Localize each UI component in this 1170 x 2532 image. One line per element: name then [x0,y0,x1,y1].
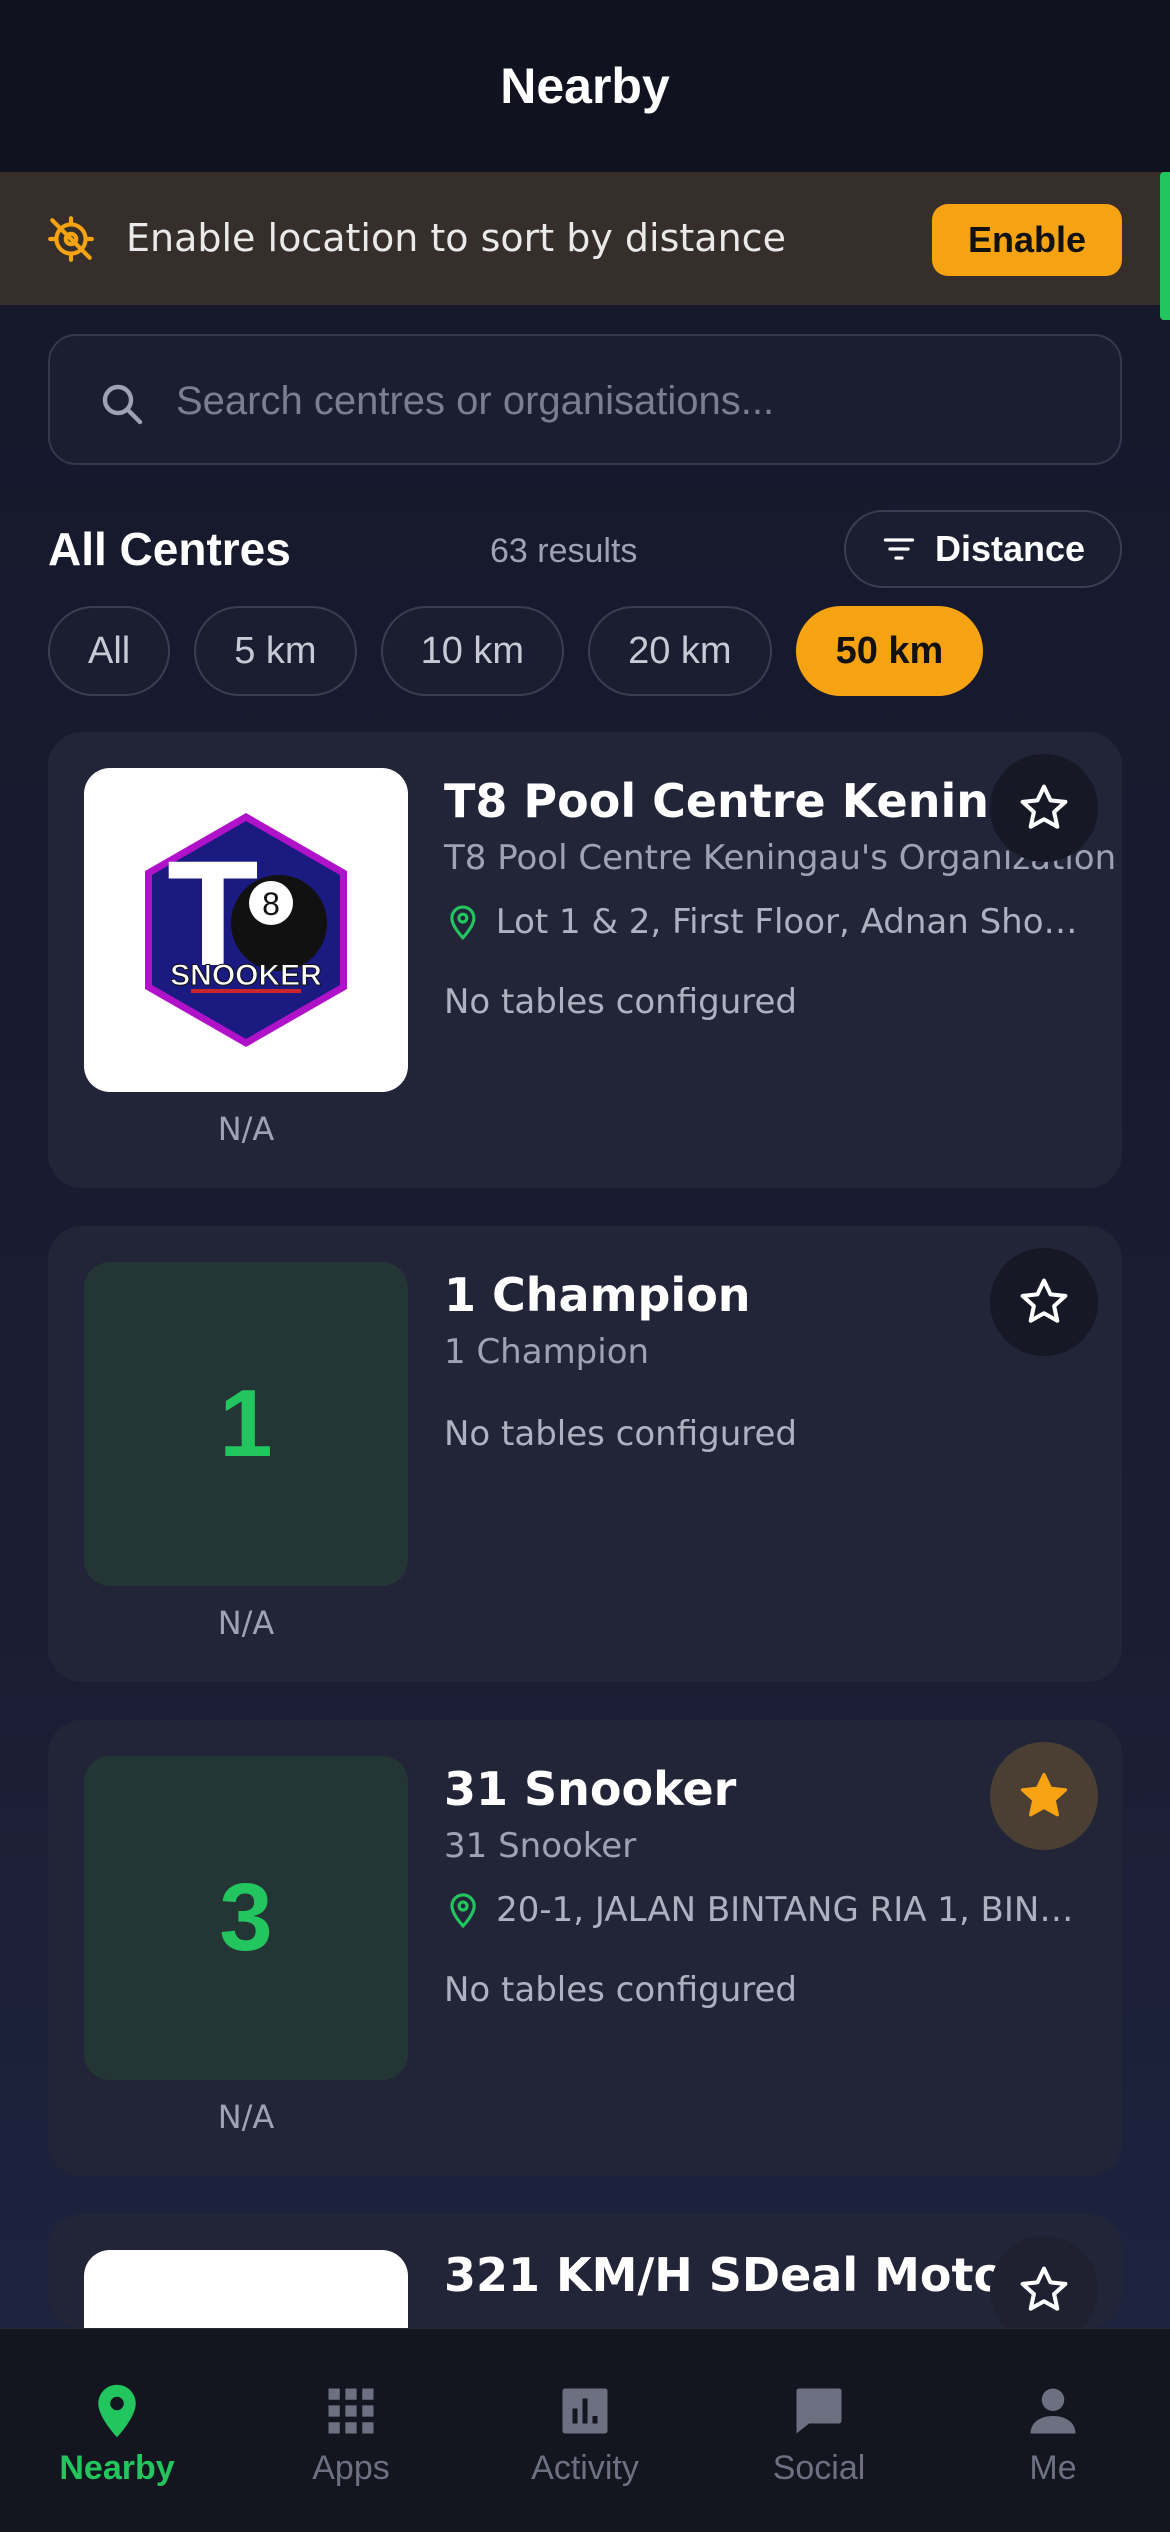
centre-address: 20-1, JALAN BINTANG RIA 1, BINTA... [444,1890,1084,1930]
bottom-tab-bar: Nearby Apps Activity Social Me [0,2328,1170,2532]
centre-initial: 3 [84,1756,408,2080]
tab-label: Me [1029,2449,1077,2487]
star-outline-icon [1020,2266,1068,2311]
edge-indicator [1160,172,1170,320]
centre-card[interactable]: 1 N/A 1 Champion 1 Champion No tables co… [48,1226,1122,1682]
logo-ball-number: 8 [262,886,280,922]
page-title: Nearby [500,58,670,114]
search-icon [102,384,143,425]
sort-label: Distance [934,528,1086,569]
filter-chip-50km[interactable]: 50 km [795,606,984,696]
filter-chip-20km[interactable]: 20 km [588,606,772,696]
centre-address: Lot 1 & 2, First Floor, Adnan Shopp... [444,902,1084,942]
distance-label: N/A [217,1110,275,1148]
enable-location-button[interactable]: Enable [932,204,1122,276]
centre-logo [84,2250,408,2328]
centre-logo: T 8 SNOOKER [84,768,408,1092]
person-icon [1030,2388,1076,2434]
address-text: Lot 1 & 2, First Floor, Adnan Shopp... [495,902,1084,942]
results-count: 63 results [490,532,638,570]
tab-social[interactable]: Social [702,2329,936,2532]
tab-activity[interactable]: Activity [468,2329,702,2532]
grid-icon [328,2388,374,2434]
filter-icon [883,538,915,560]
distance-label: N/A [217,2098,275,2136]
map-pin-icon [450,905,476,940]
bar-chart-icon [562,2388,608,2434]
star-filled-icon [1020,1772,1068,1817]
map-pin-icon [450,1893,476,1929]
tab-label: Social [772,2449,866,2487]
centre-name: 1 Champion [444,1268,751,1322]
tab-apps[interactable]: Apps [234,2329,468,2532]
tab-label: Nearby [59,2449,175,2487]
tables-status: No tables configured [444,1970,797,2010]
distance-filters: All 5 km 10 km 20 km 50 km [48,606,984,696]
location-banner: Enable location to sort by distance Enab… [0,172,1170,305]
centre-organization: 1 Champion [444,1332,650,1372]
centre-initial: 1 [84,1262,408,1586]
chat-bubble-icon [796,2388,842,2434]
tab-me[interactable]: Me [936,2329,1170,2532]
favorite-button[interactable] [990,1248,1098,1356]
centre-organization: 31 Snooker [444,1826,637,1866]
section-title: All Centres [48,523,291,575]
centre-card[interactable]: 321 KM/H SDeal Motorsp [48,2214,1122,2328]
distance-label: N/A [217,1604,275,1642]
filter-chip-5km[interactable]: 5 km [194,606,357,696]
tables-status: No tables configured [444,1414,797,1454]
favorite-button[interactable] [990,754,1098,862]
star-outline-icon [1020,784,1068,829]
centre-card[interactable]: T 8 SNOOKER N/A T8 Pool Centre Keningau … [48,732,1122,1188]
filter-chip-10km[interactable]: 10 km [380,606,565,696]
sort-distance-button[interactable]: Distance [844,510,1122,588]
centre-name: 31 Snooker [444,1762,737,1816]
tab-label: Activity [531,2449,639,2487]
search-input[interactable] [176,366,1076,436]
search-bar[interactable] [48,334,1122,465]
centre-card[interactable]: 3 N/A 31 Snooker 31 Snooker 20-1, JALAN … [48,1720,1122,2176]
filter-chip-all[interactable]: All [48,606,171,696]
address-text: 20-1, JALAN BINTANG RIA 1, BINTA... [496,1890,1084,1930]
location-off-icon [48,216,94,262]
logo-text: SNOOKER [170,959,322,992]
map-pin-icon [98,2384,136,2438]
tab-label: Apps [312,2449,390,2487]
tables-status: No tables configured [444,982,797,1022]
location-banner-text: Enable location to sort by distance [126,216,786,260]
top-header: Nearby [0,0,1170,172]
favorite-button[interactable] [990,1742,1098,1850]
tab-nearby[interactable]: Nearby [0,2329,234,2532]
star-outline-icon [1020,1278,1068,1323]
t8-snooker-logo: T 8 SNOOKER [145,813,347,1047]
